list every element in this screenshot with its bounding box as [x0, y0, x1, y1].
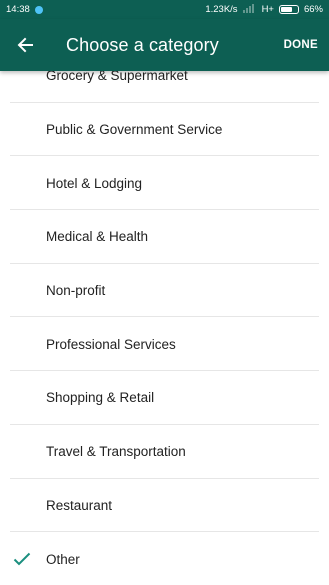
category-label: Travel & Transportation: [46, 444, 186, 460]
network-type: H+: [261, 4, 274, 15]
notification-icon: [34, 5, 43, 14]
arrow-back-icon: [17, 37, 33, 53]
category-label: Hotel & Lodging: [46, 175, 143, 191]
back-button[interactable]: [0, 19, 50, 71]
category-label: Shopping & Retail: [46, 390, 155, 406]
category-item[interactable]: Travel & Transportation: [0, 425, 329, 479]
page-title: Choose a category: [66, 34, 219, 55]
category-label: Professional Services: [46, 336, 176, 352]
category-item[interactable]: Other: [0, 532, 329, 585]
category-list: Grocery & Supermarket Public & Government…: [0, 49, 329, 585]
category-item[interactable]: Public & Government Service: [0, 103, 329, 157]
checkmark-icon: [13, 552, 31, 566]
category-item[interactable]: Shopping & Retail: [0, 371, 329, 425]
status-time: 14:38: [6, 4, 30, 15]
category-item[interactable]: Non-profit: [0, 264, 329, 318]
category-label: Non-profit: [46, 283, 106, 299]
category-item[interactable]: Medical & Health: [0, 210, 329, 264]
app-bar: Choose a category DONE: [0, 19, 329, 71]
category-item[interactable]: Hotel & Lodging: [0, 156, 329, 210]
category-item[interactable]: Restaurant: [0, 479, 329, 533]
battery-percent: 66%: [303, 4, 323, 15]
battery-icon: [278, 5, 299, 14]
signal-icon: [242, 3, 257, 16]
done-button[interactable]: DONE: [284, 39, 318, 51]
category-label: Other: [46, 551, 80, 567]
category-item[interactable]: Professional Services: [0, 317, 329, 371]
category-label: Restaurant: [46, 497, 113, 513]
status-right: 1.23K/s H+ 66%: [205, 3, 323, 16]
category-label: Medical & Health: [46, 229, 149, 245]
status-bar: 14:38 1.23K/s H+ 66%: [0, 0, 329, 19]
category-label: Public & Government Service: [46, 122, 223, 138]
network-speed: 1.23K/s: [205, 4, 238, 15]
